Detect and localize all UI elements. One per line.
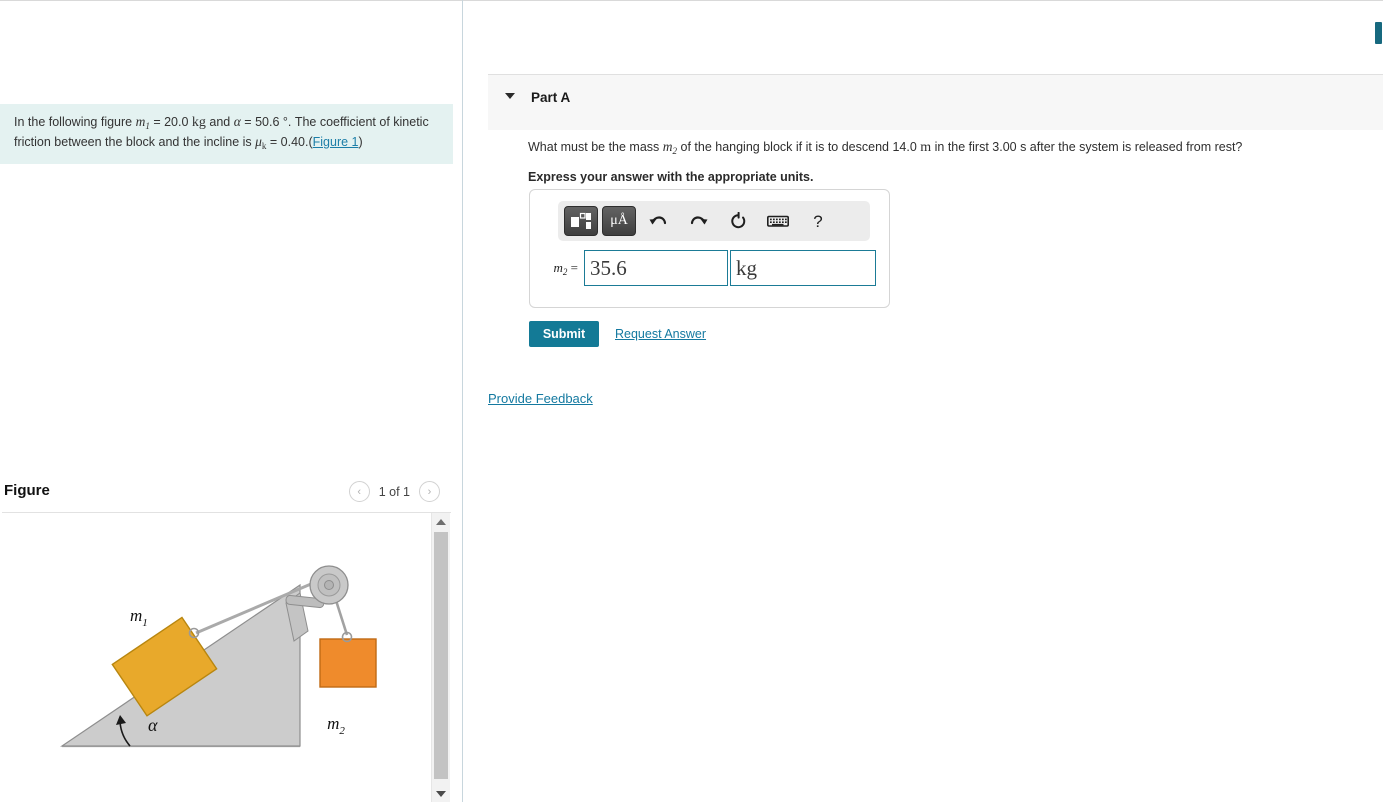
figure-counter-label: 1 of 1 [378, 484, 410, 499]
prompt-m2-symbol: m [662, 139, 673, 154]
right-pane: Part A What must be the mass m2 of the h… [463, 0, 1383, 802]
scroll-up-arrow-icon[interactable] [432, 513, 450, 530]
figure-viewport: m1 m2 α [0, 513, 430, 802]
pulley-hub [324, 580, 334, 590]
left-pane: In the following figure m1 = 20.0 kg and… [0, 0, 462, 802]
request-answer-link[interactable]: Request Answer [615, 327, 706, 341]
part-a-instruction: Express your answer with the appropriate… [528, 170, 814, 184]
answer-input-widget: μÅ ? m2 = 35.6 kg [529, 189, 890, 308]
scroll-up-triangle [436, 518, 446, 525]
keyboard-glyph [767, 215, 789, 227]
submit-button[interactable]: Submit [529, 321, 599, 347]
chevron-right-icon: › [427, 485, 432, 498]
angle-alpha-label: α [148, 715, 158, 735]
units-symbol-icon[interactable]: μÅ [602, 206, 636, 236]
caret-down-icon[interactable] [505, 93, 515, 99]
scroll-down-triangle [436, 790, 446, 797]
figure-panel-title: Figure [4, 482, 50, 499]
prompt-segment-2: of the hanging block if it is to descend… [677, 140, 921, 154]
question-text-segment-4: = 50.6 [240, 115, 283, 129]
answer-value-input[interactable]: 35.6 [584, 250, 728, 286]
answer-units-input[interactable]: kg [730, 250, 876, 286]
answer-value-text: 35.6 [590, 255, 627, 280]
part-a-prompt: What must be the mass m2 of the hanging … [528, 138, 1358, 160]
math-template-glyph [571, 212, 591, 229]
paren-close: ) [358, 135, 363, 149]
math-template-icon[interactable] [564, 206, 598, 236]
question-text: In the following figure m1 = 20.0 kg and… [14, 114, 431, 154]
question-statement-block: In the following figure m1 = 20.0 kg and… [0, 104, 453, 164]
part-a-body: What must be the mass m2 of the hanging … [528, 138, 1358, 184]
reset-circular-arrow-icon[interactable] [720, 206, 756, 236]
question-mu-symbol: μ [255, 134, 262, 149]
question-kg-unit: kg [191, 115, 206, 130]
question-alpha-symbol: α [233, 114, 241, 129]
answer-units-text: kg [736, 255, 757, 280]
redo-glyph [690, 215, 707, 224]
inclined-plane-diagram: m1 m2 α [60, 565, 377, 748]
figure-navigation: ‹ 1 of 1 › [348, 481, 440, 502]
undo-glyph [649, 215, 666, 224]
answer-label-symbol: m [553, 259, 563, 275]
help-question-mark-icon[interactable]: ? [800, 206, 836, 236]
figure-scrollbar-thumb[interactable] [434, 532, 448, 779]
keyboard-icon[interactable] [760, 206, 796, 236]
answer-label: m2 = [540, 260, 584, 277]
figure-1-link[interactable]: Figure 1 [313, 135, 359, 149]
answer-entry-row: m2 = 35.6 kg [540, 250, 876, 286]
answer-label-equals: = [567, 259, 578, 275]
figure-panel-header: Figure ‹ 1 of 1 › [0, 474, 453, 512]
help-glyph: ? [813, 211, 823, 231]
prompt-segment-3: in the first 3.00 s after the system is … [931, 140, 1243, 154]
prompt-segment-1: What must be the mass [528, 140, 663, 154]
block-m1-label: m1 [130, 606, 148, 629]
reset-glyph [730, 211, 745, 228]
part-a-title: Part A [531, 90, 571, 105]
question-text-segment-1: In the following figure [14, 115, 136, 129]
figure-prev-button[interactable]: ‹ [348, 481, 370, 502]
redo-arrow-icon[interactable] [680, 206, 716, 236]
block-m2-label: m2 [327, 714, 345, 737]
question-text-segment-2: = 20.0 [149, 115, 192, 129]
provide-feedback-link[interactable]: Provide Feedback [488, 391, 593, 406]
units-symbol-label: μÅ [610, 213, 628, 228]
prompt-meter-unit: m [920, 140, 932, 155]
question-text-segment-6: = 0.40. [266, 135, 309, 149]
undo-arrow-icon[interactable] [640, 206, 676, 236]
answer-toolbar: μÅ ? [558, 201, 870, 241]
block-m2-body [319, 638, 377, 688]
question-text-segment-3: and [205, 115, 234, 129]
question-m1-symbol: m [135, 114, 146, 129]
figure-next-button[interactable]: › [419, 481, 440, 502]
chevron-left-icon: ‹ [357, 485, 362, 498]
scroll-down-arrow-icon[interactable] [432, 785, 450, 802]
part-a-header[interactable]: Part A [488, 74, 1383, 130]
figure-scrollbar[interactable] [431, 513, 450, 802]
